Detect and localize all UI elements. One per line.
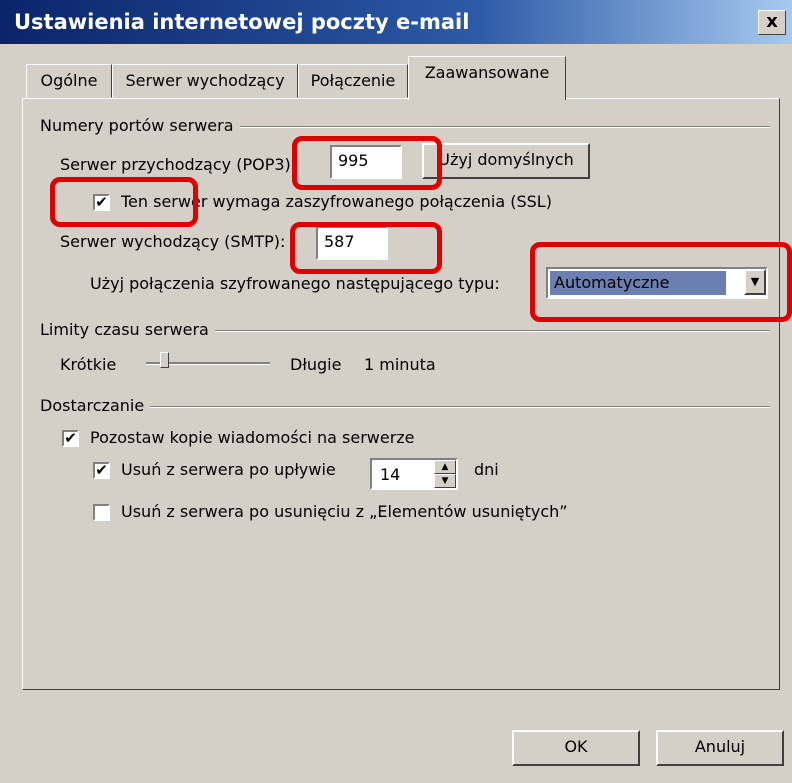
tab-polaczenie[interactable]: Połączenie: [298, 64, 408, 98]
timeout-long-label: Długie: [290, 355, 342, 374]
days-unit-label: dni: [474, 460, 499, 479]
remove-deleted-label: Usuń z serwera po usunięciu z „Elementów…: [121, 502, 568, 521]
incoming-port-label: Serwer przychodzący (POP3):: [60, 155, 297, 174]
outgoing-port-label: Serwer wychodzący (SMTP):: [60, 232, 286, 251]
use-defaults-button[interactable]: Użyj domyślnych: [422, 143, 590, 179]
highlight-outgoing-port: [290, 222, 442, 274]
timeout-slider-thumb[interactable]: [160, 352, 169, 368]
timeout-short-label: Krótkie: [60, 355, 117, 374]
cancel-button[interactable]: Anuluj: [656, 730, 784, 766]
encryption-type-label: Użyj połączenia szyfrowanego następujące…: [90, 274, 500, 293]
highlight-encryption-select: [530, 242, 792, 322]
leave-copy-checkbox[interactable]: ✔: [62, 430, 79, 447]
group-label-timeouts: Limity czasu serwera: [40, 320, 215, 339]
window-title: Ustawienia internetowej poczty e-mail: [14, 10, 470, 34]
remove-deleted-checkbox[interactable]: [93, 504, 110, 521]
highlight-incoming-port: [292, 136, 442, 190]
leave-copy-label: Pozostaw kopie wiadomości na serwerze: [90, 428, 415, 447]
group-label-ports: Numery portów serwera: [40, 116, 240, 135]
tab-zaawansowane[interactable]: Zaawansowane: [408, 56, 566, 100]
highlight-ssl-checkbox: [50, 177, 198, 227]
remove-after-days-value: 14: [380, 465, 401, 484]
spin-up-icon[interactable]: ▲: [434, 460, 456, 474]
ok-button[interactable]: OK: [512, 730, 640, 766]
spin-down-icon[interactable]: ▼: [434, 474, 456, 488]
tab-serwer-wychodzacy[interactable]: Serwer wychodzący: [112, 64, 298, 98]
close-button[interactable]: x: [758, 10, 786, 35]
remove-after-label: Usuń z serwera po upływie: [121, 460, 336, 479]
timeout-value: 1 minuta: [364, 355, 436, 374]
group-label-delivery: Dostarczanie: [40, 396, 151, 415]
tab-ogolne[interactable]: Ogólne: [26, 64, 112, 98]
remove-after-checkbox[interactable]: ✔: [93, 462, 110, 479]
